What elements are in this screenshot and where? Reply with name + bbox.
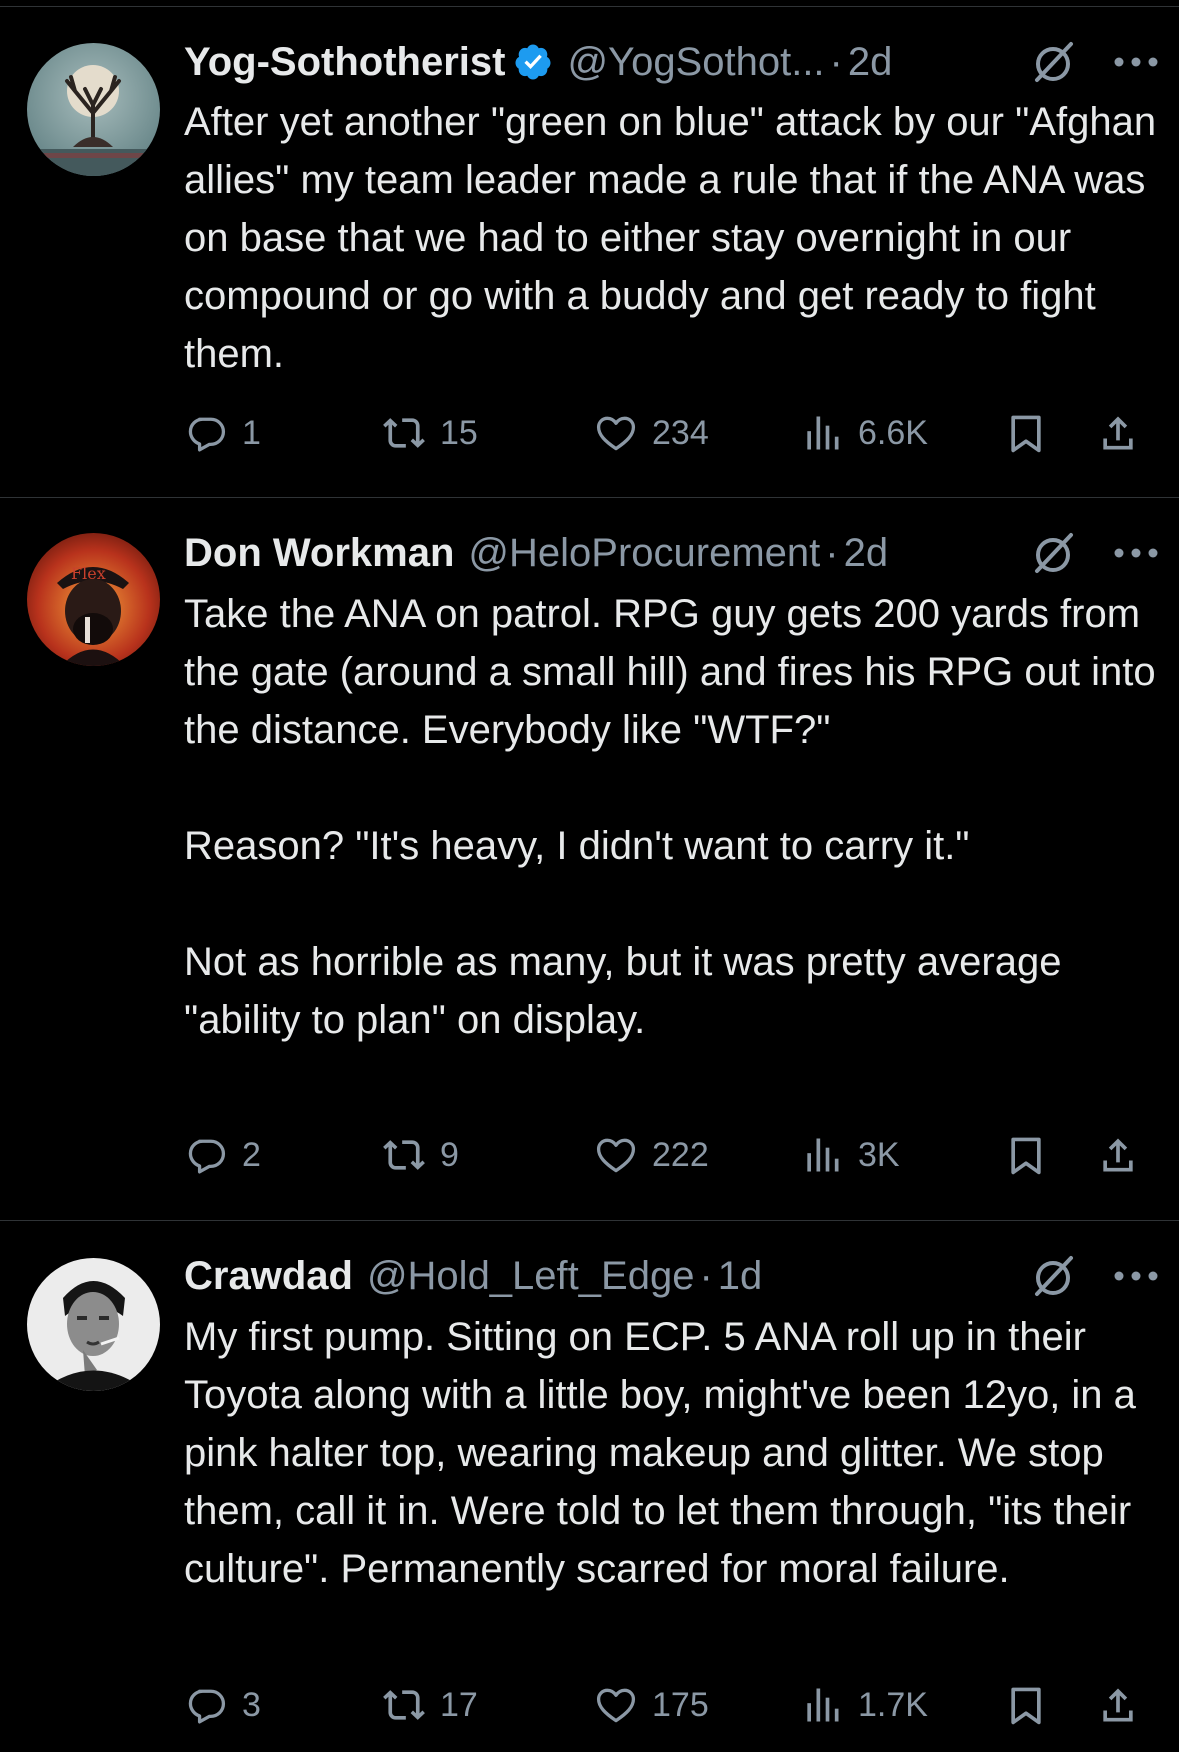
views-button[interactable]: 6.6K bbox=[800, 408, 928, 458]
timestamp[interactable]: 2d bbox=[848, 40, 893, 85]
repost-icon bbox=[383, 418, 425, 448]
repost-button[interactable]: 17 bbox=[382, 1680, 478, 1730]
top-divider bbox=[0, 6, 1179, 7]
tweet-text: My first pump. Sitting on ECP. 5 ANA rol… bbox=[184, 1308, 1174, 1598]
display-name[interactable]: Don Workman bbox=[184, 531, 454, 576]
views-count: 3K bbox=[858, 1135, 900, 1174]
display-name[interactable]: Yog-Sothotherist bbox=[184, 40, 505, 85]
share-icon bbox=[1103, 416, 1133, 450]
more-icon[interactable] bbox=[1113, 1270, 1159, 1282]
reply-button[interactable]: 2 bbox=[184, 1130, 261, 1180]
reply-icon bbox=[188, 417, 226, 452]
like-icon bbox=[596, 1138, 636, 1173]
tweet-paragraph: Take the ANA on patrol. RPG guy gets 200… bbox=[184, 592, 1156, 752]
share-button[interactable] bbox=[1096, 1130, 1140, 1180]
reply-icon bbox=[188, 1689, 226, 1724]
bookmark-button[interactable] bbox=[1004, 408, 1048, 458]
bookmark-button[interactable] bbox=[1004, 1130, 1048, 1180]
views-icon bbox=[807, 1688, 839, 1722]
repost-count: 15 bbox=[440, 413, 478, 452]
grok-icon[interactable] bbox=[1029, 529, 1077, 577]
like-button[interactable]: 175 bbox=[594, 1680, 709, 1730]
tweet-paragraph: After yet another "green on blue" attack… bbox=[184, 100, 1157, 376]
like-count: 222 bbox=[652, 1135, 709, 1174]
repost-count: 9 bbox=[440, 1135, 459, 1174]
like-count: 234 bbox=[652, 413, 709, 452]
views-button[interactable]: 1.7K bbox=[800, 1680, 928, 1730]
repost-icon bbox=[383, 1690, 425, 1720]
tweet-header: Crawdad @Hold_Left_Edge · 1d bbox=[184, 1248, 1159, 1304]
views-count: 1.7K bbox=[858, 1685, 928, 1724]
like-icon bbox=[596, 416, 636, 451]
repost-button[interactable]: 9 bbox=[382, 1130, 459, 1180]
timestamp[interactable]: 2d bbox=[844, 531, 889, 576]
tweet-text: After yet another "green on blue" attack… bbox=[184, 93, 1174, 383]
more-icon[interactable] bbox=[1113, 56, 1159, 68]
like-button[interactable]: 222 bbox=[594, 1130, 709, 1180]
separator: · bbox=[829, 39, 843, 84]
verified-badge-icon bbox=[515, 44, 551, 80]
handle[interactable]: @Hold_Left_Edge bbox=[367, 1254, 695, 1299]
views-icon bbox=[807, 416, 839, 450]
grok-icon[interactable] bbox=[1029, 1252, 1077, 1300]
repost-count: 17 bbox=[440, 1685, 478, 1724]
views-icon bbox=[807, 1138, 839, 1172]
views-count: 6.6K bbox=[858, 413, 928, 452]
tweet-header: Don Workman @HeloProcurement · 2d bbox=[184, 525, 1159, 581]
avatar-don-workman[interactable]: Flex bbox=[27, 533, 160, 666]
reply-count: 3 bbox=[242, 1685, 261, 1724]
tweet-actions: 3 17 175 1.7K bbox=[184, 1680, 1144, 1730]
tweet-paragraph: Reason? "It's heavy, I didn't want to ca… bbox=[184, 824, 970, 868]
avatar-crawdad[interactable] bbox=[27, 1258, 160, 1391]
repost-icon bbox=[383, 1140, 425, 1170]
bookmark-icon bbox=[1011, 1137, 1041, 1175]
tweet-header: Yog-Sothotherist @YogSothot... · 2d bbox=[184, 34, 1159, 90]
like-icon bbox=[596, 1688, 636, 1723]
tweet-text: Take the ANA on patrol. RPG guy gets 200… bbox=[184, 585, 1174, 1049]
like-button[interactable]: 234 bbox=[594, 408, 709, 458]
more-icon[interactable] bbox=[1113, 547, 1159, 559]
separator: · bbox=[699, 1253, 713, 1298]
display-name[interactable]: Crawdad bbox=[184, 1254, 353, 1299]
share-button[interactable] bbox=[1096, 408, 1140, 458]
reply-count: 2 bbox=[242, 1135, 261, 1174]
timestamp[interactable]: 1d bbox=[718, 1254, 763, 1299]
tweet-actions: 1 15 234 6.6K bbox=[184, 408, 1144, 458]
tweet-paragraph: My first pump. Sitting on ECP. 5 ANA rol… bbox=[184, 1315, 1136, 1591]
share-button[interactable] bbox=[1096, 1680, 1140, 1730]
separator: · bbox=[825, 530, 839, 575]
reply-count: 1 bbox=[242, 413, 261, 452]
reply-button[interactable]: 3 bbox=[184, 1680, 261, 1730]
reply-icon bbox=[188, 1139, 226, 1174]
like-count: 175 bbox=[652, 1685, 709, 1724]
share-icon bbox=[1103, 1688, 1133, 1722]
handle[interactable]: @HeloProcurement bbox=[468, 531, 820, 576]
grok-icon[interactable] bbox=[1029, 38, 1077, 86]
tweet-divider bbox=[0, 497, 1179, 498]
tweet-divider bbox=[0, 1220, 1179, 1221]
views-button[interactable]: 3K bbox=[800, 1130, 900, 1180]
handle[interactable]: @YogSothot... bbox=[567, 40, 824, 85]
bookmark-icon bbox=[1011, 415, 1041, 453]
bookmark-button[interactable] bbox=[1004, 1680, 1048, 1730]
repost-button[interactable]: 15 bbox=[382, 408, 478, 458]
tweet-actions: 2 9 222 3K bbox=[184, 1130, 1144, 1180]
tweet-paragraph: Not as horrible as many, but it was pret… bbox=[184, 940, 1062, 1042]
reply-button[interactable]: 1 bbox=[184, 408, 261, 458]
bookmark-icon bbox=[1011, 1687, 1041, 1725]
avatar-yog-sothotherist[interactable] bbox=[27, 43, 160, 176]
share-icon bbox=[1103, 1138, 1133, 1172]
